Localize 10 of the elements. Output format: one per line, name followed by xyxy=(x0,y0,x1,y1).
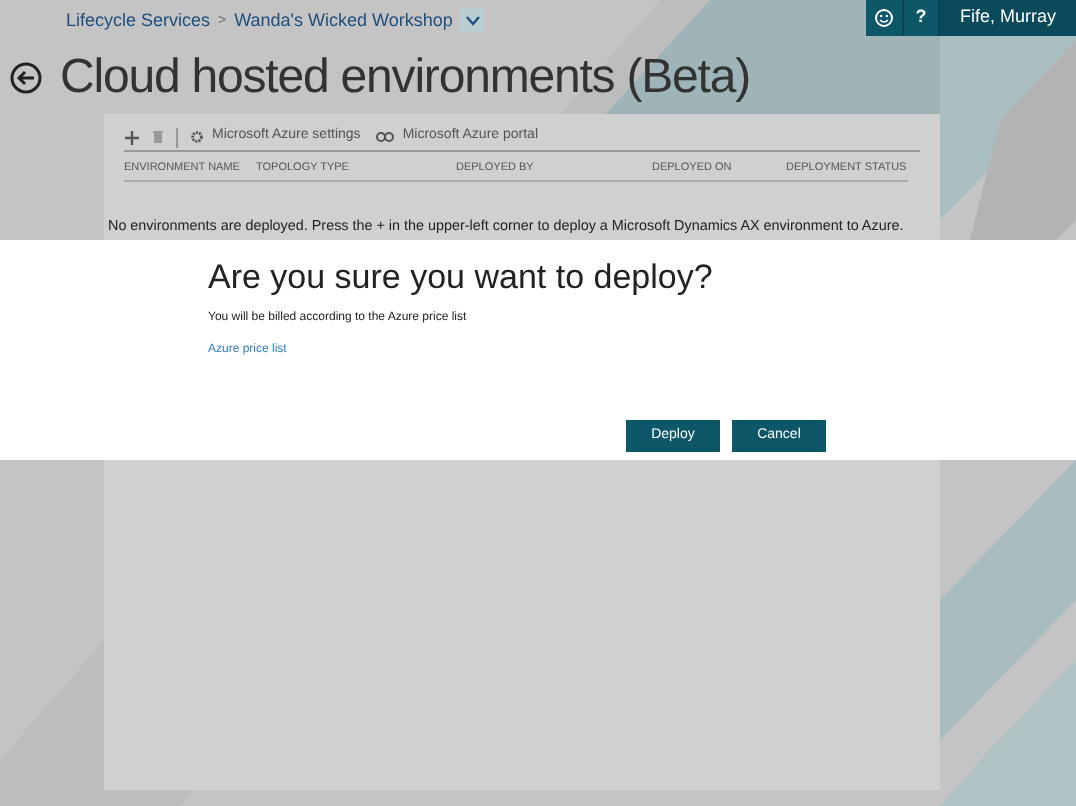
dropdown-icon[interactable] xyxy=(460,8,485,33)
user-name[interactable]: Fife, Murray xyxy=(937,0,1076,36)
gear-icon xyxy=(190,130,204,144)
link-icon xyxy=(376,132,395,142)
back-icon[interactable] xyxy=(10,62,42,94)
page-title: Cloud hosted environments (Beta) xyxy=(60,54,750,102)
dialog-title: Are you sure you want to deploy? xyxy=(208,260,715,294)
breadcrumb-link[interactable]: Lifecycle Services xyxy=(66,8,211,35)
breadcrumb-link[interactable]: Wanda's Wicked Workshop xyxy=(234,8,453,35)
add-icon[interactable] xyxy=(124,129,140,145)
